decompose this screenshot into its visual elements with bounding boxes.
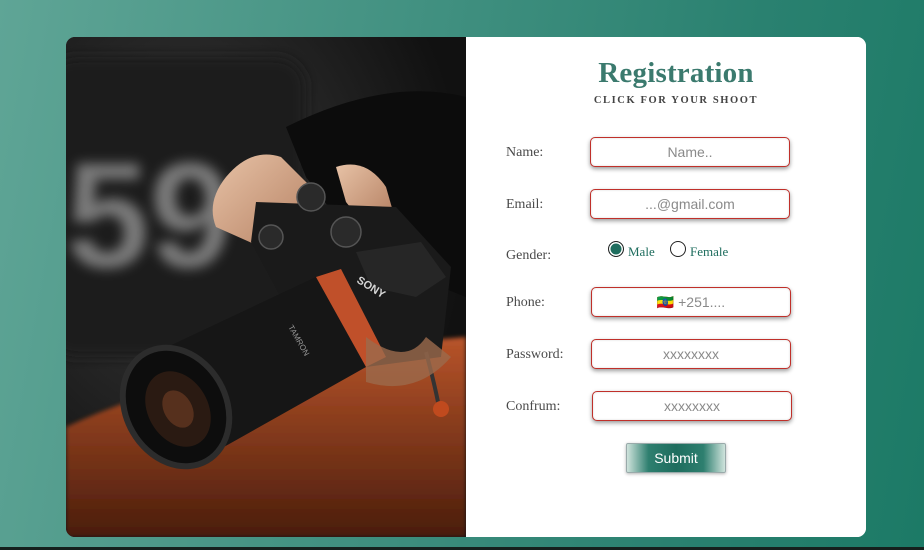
gender-male-option[interactable]: Male	[608, 241, 655, 259]
name-label: Name:	[506, 145, 544, 160]
page-title: Registration	[598, 57, 754, 89]
camera-photo: 59 SONY TAMRON	[66, 37, 466, 537]
phone-input[interactable]	[591, 287, 791, 317]
submit-button[interactable]: Submit	[626, 443, 726, 473]
email-label: Email:	[506, 197, 544, 212]
camera-photo-image: 59 SONY TAMRON	[66, 37, 466, 537]
gender-male-radio[interactable]	[608, 241, 624, 257]
registration-card: 59 SONY TAMRON Registration CLICK FOR YO…	[66, 37, 866, 537]
phone-label: Phone:	[506, 295, 545, 310]
gender-label: Gender:	[506, 248, 552, 263]
password-label: Password:	[506, 347, 564, 362]
confirm-password-input[interactable]	[592, 391, 792, 421]
gender-female-radio[interactable]	[670, 241, 686, 257]
page-subtitle: CLICK FOR YOUR SHOOT	[593, 95, 759, 106]
blurred-background-number: 59	[66, 131, 233, 299]
gender-male-label: Male	[628, 244, 655, 259]
name-input[interactable]	[590, 137, 790, 167]
gender-female-option[interactable]: Female	[670, 241, 729, 259]
registration-form: Registration CLICK FOR YOUR SHOOT Name: …	[466, 37, 866, 537]
email-input[interactable]	[590, 189, 790, 219]
gender-female-label: Female	[690, 244, 729, 259]
confirm-password-label: Confrum:	[506, 399, 561, 414]
password-input[interactable]	[591, 339, 791, 369]
